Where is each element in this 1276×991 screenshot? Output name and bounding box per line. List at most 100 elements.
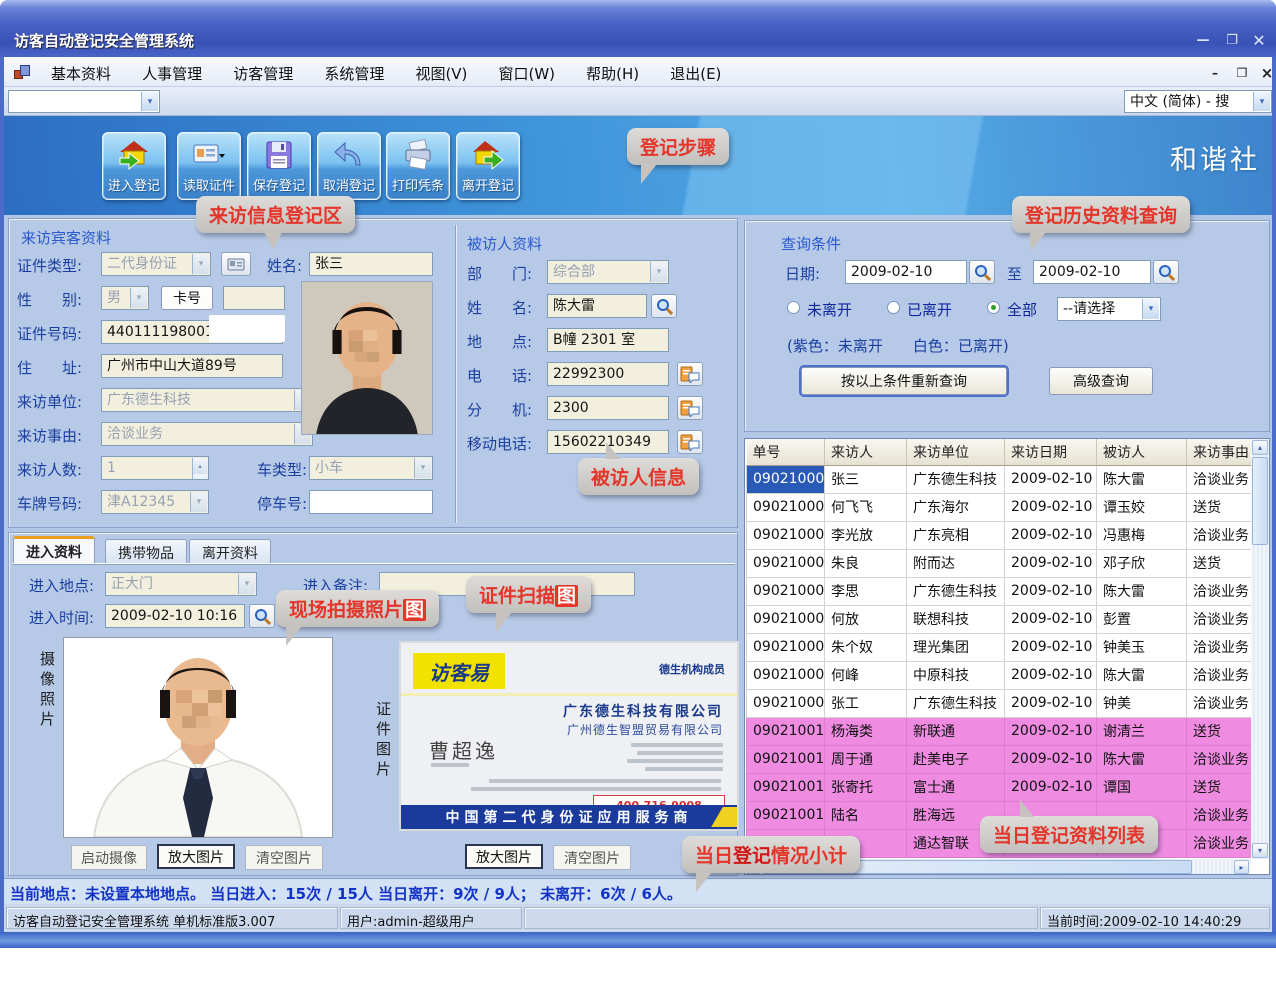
table-cell[interactable]: 2009-02-10 bbox=[1005, 521, 1097, 549]
table-row[interactable]: 090210007朱个奴理光集团2009-02-10钟美玉洽谈业务 bbox=[747, 633, 1253, 661]
table-row[interactable]: 090210011周于通赴美电子2009-02-10陈大雷洽谈业务 bbox=[747, 745, 1253, 773]
table-cell[interactable]: 张寄托 bbox=[825, 773, 907, 801]
date-from-field[interactable]: 2009-02-10 bbox=[845, 260, 967, 284]
table-header-cell[interactable]: 被访人 bbox=[1097, 439, 1187, 465]
table-header-cell[interactable]: 来访单位 bbox=[907, 439, 1005, 465]
visited-name-field[interactable]: 陈大雷 bbox=[547, 294, 647, 318]
clear-photo-button[interactable]: 清空图片 bbox=[245, 845, 323, 870]
table-cell[interactable]: 洽谈业务 bbox=[1187, 633, 1253, 661]
vertical-scrollbar[interactable]: ▴ ▾ bbox=[1251, 439, 1269, 859]
dept-select[interactable]: 综合部 ▾ bbox=[547, 260, 669, 284]
read-idcard-button[interactable] bbox=[221, 252, 251, 276]
tab-leave-info[interactable]: 离开资料 bbox=[189, 539, 271, 563]
radio-left[interactable] bbox=[887, 301, 900, 314]
table-row[interactable]: 090210009张工广东德生科技2009-02-10钟美洽谈业务 bbox=[747, 689, 1253, 717]
phone-field[interactable]: 22992300 bbox=[547, 362, 669, 386]
table-row[interactable]: 090210012张寄托富士通2009-02-10谭国送货 bbox=[747, 773, 1253, 801]
card-number-button[interactable]: 卡号 bbox=[161, 286, 213, 310]
table-cell[interactable]: 090210002 bbox=[747, 493, 825, 521]
radio-not-left[interactable] bbox=[787, 301, 800, 314]
requery-button[interactable]: 按以上条件重新查询 bbox=[801, 367, 1007, 395]
table-cell[interactable]: 陈大雷 bbox=[1097, 465, 1187, 493]
table-cell[interactable]: 090210008 bbox=[747, 661, 825, 689]
table-cell[interactable]: 李光放 bbox=[825, 521, 907, 549]
table-cell[interactable]: 朱良 bbox=[825, 549, 907, 577]
toolbar-combobox[interactable]: ▾ bbox=[8, 90, 160, 113]
table-cell[interactable]: 洽谈业务 bbox=[1187, 605, 1253, 633]
table-cell[interactable]: 090210009 bbox=[747, 689, 825, 717]
table-header-cell[interactable]: 来访日期 bbox=[1005, 439, 1097, 465]
date-to-picker-button[interactable] bbox=[1153, 260, 1179, 284]
scroll-right-icon[interactable]: ▸ bbox=[1234, 860, 1249, 874]
table-cell[interactable]: 090210010 bbox=[747, 717, 825, 745]
menu-item-exit[interactable]: 退出(E) bbox=[657, 57, 734, 84]
table-cell[interactable]: 广东德生科技 bbox=[907, 465, 1005, 493]
table-cell[interactable]: 附而达 bbox=[907, 549, 1005, 577]
table-cell[interactable]: 广东德生科技 bbox=[907, 689, 1005, 717]
table-row[interactable]: 090210010杨海类新联通2009-02-10谢清兰送货 bbox=[747, 717, 1253, 745]
radio-all[interactable] bbox=[987, 301, 1000, 314]
table-cell[interactable]: 陈大雷 bbox=[1097, 661, 1187, 689]
table-cell[interactable]: 2009-02-10 bbox=[1005, 661, 1097, 689]
table-cell[interactable]: 洽谈业务 bbox=[1187, 521, 1253, 549]
visitor-name-field[interactable]: 张三 bbox=[309, 252, 433, 276]
table-cell[interactable]: 广东亮相 bbox=[907, 521, 1005, 549]
table-cell[interactable]: 谢清兰 bbox=[1097, 717, 1187, 745]
menu-item-system[interactable]: 系统管理 bbox=[311, 57, 397, 84]
table-cell[interactable]: 090210005 bbox=[747, 577, 825, 605]
table-cell[interactable]: 2009-02-10 bbox=[1005, 633, 1097, 661]
table-cell[interactable]: 何放 bbox=[825, 605, 907, 633]
table-header-cell[interactable]: 来访事由 bbox=[1187, 439, 1253, 465]
table-cell[interactable]: 090210004 bbox=[747, 549, 825, 577]
table-row[interactable]: 090210006何放联想科技2009-02-10彭置洽谈业务 bbox=[747, 605, 1253, 633]
table-cell[interactable]: 洽谈业务 bbox=[1187, 829, 1253, 857]
stepper-arrows[interactable]: ▴▾ bbox=[192, 458, 207, 478]
table-row[interactable]: 090210008何峰中原科技2009-02-10陈大雷洽谈业务 bbox=[747, 661, 1253, 689]
search-person-button[interactable] bbox=[651, 294, 677, 318]
ext-field[interactable]: 2300 bbox=[547, 396, 669, 420]
table-cell[interactable]: 2009-02-10 bbox=[1005, 717, 1097, 745]
clear-card-button[interactable]: 清空图片 bbox=[553, 845, 631, 870]
table-cell[interactable]: 谭玉姣 bbox=[1097, 493, 1187, 521]
company-select[interactable]: 广东德生科技 ▾ bbox=[101, 388, 313, 412]
table-cell[interactable]: 2009-02-10 bbox=[1005, 465, 1097, 493]
table-cell[interactable]: 富士通 bbox=[907, 773, 1005, 801]
table-cell[interactable]: 广东德生科技 bbox=[907, 577, 1005, 605]
table-cell[interactable]: 送货 bbox=[1187, 717, 1253, 745]
minimize-icon[interactable]: — bbox=[1190, 30, 1216, 50]
vehicle-type-select[interactable]: 小车 ▾ bbox=[309, 456, 433, 480]
table-cell[interactable]: 朱个奴 bbox=[825, 633, 907, 661]
table-cell[interactable]: 广东海尔 bbox=[907, 493, 1005, 521]
leave-register-button[interactable]: 离开登记 bbox=[456, 132, 520, 200]
table-cell[interactable]: 张工 bbox=[825, 689, 907, 717]
table-cell[interactable]: 杨海类 bbox=[825, 717, 907, 745]
cert-type-select[interactable]: 二代身份证 ▾ bbox=[101, 252, 211, 276]
table-cell[interactable]: 何峰 bbox=[825, 661, 907, 689]
filter-select[interactable]: --请选择 ▾ bbox=[1057, 297, 1161, 321]
table-cell[interactable]: 090210007 bbox=[747, 633, 825, 661]
tab-entry-info[interactable]: 进入资料 bbox=[13, 536, 95, 563]
gender-select[interactable]: 男 ▾ bbox=[101, 286, 149, 310]
chevron-down-icon[interactable]: ▾ bbox=[141, 92, 158, 111]
down-arrow-icon[interactable]: ▾ bbox=[192, 474, 207, 480]
mdi-minimize-icon[interactable]: – bbox=[1204, 64, 1226, 82]
call-mobile-button[interactable] bbox=[677, 430, 703, 454]
menu-item-basic[interactable]: 基本资料 bbox=[38, 57, 124, 84]
vertical-scroll-thumb[interactable] bbox=[1252, 457, 1268, 545]
table-header-cell[interactable]: 单号 bbox=[747, 439, 825, 465]
save-register-button[interactable]: 保存登记 bbox=[247, 132, 311, 200]
up-arrow-icon[interactable]: ▴ bbox=[192, 458, 207, 474]
location-field[interactable]: B幢 2301 室 bbox=[547, 328, 669, 352]
table-row[interactable]: 090210005李思广东德生科技2009-02-10陈大雷洽谈业务 bbox=[747, 577, 1253, 605]
table-cell[interactable]: 090210013 bbox=[747, 801, 825, 829]
menu-item-window[interactable]: 窗口(W) bbox=[486, 57, 569, 84]
plate-select[interactable]: 津A12345 ▾ bbox=[101, 490, 209, 514]
table-row[interactable]: 090210004朱良附而达2009-02-10邓子欣送货 bbox=[747, 549, 1253, 577]
close-icon[interactable]: ✕ bbox=[1246, 30, 1272, 50]
table-cell[interactable]: 2009-02-10 bbox=[1005, 577, 1097, 605]
entry-time-field[interactable]: 2009-02-10 10:16 bbox=[105, 604, 245, 628]
table-cell[interactable]: 钟美 bbox=[1097, 689, 1187, 717]
table-cell[interactable]: 新联通 bbox=[907, 717, 1005, 745]
chevron-down-icon[interactable]: ▾ bbox=[1142, 299, 1159, 319]
table-cell[interactable]: 联想科技 bbox=[907, 605, 1005, 633]
